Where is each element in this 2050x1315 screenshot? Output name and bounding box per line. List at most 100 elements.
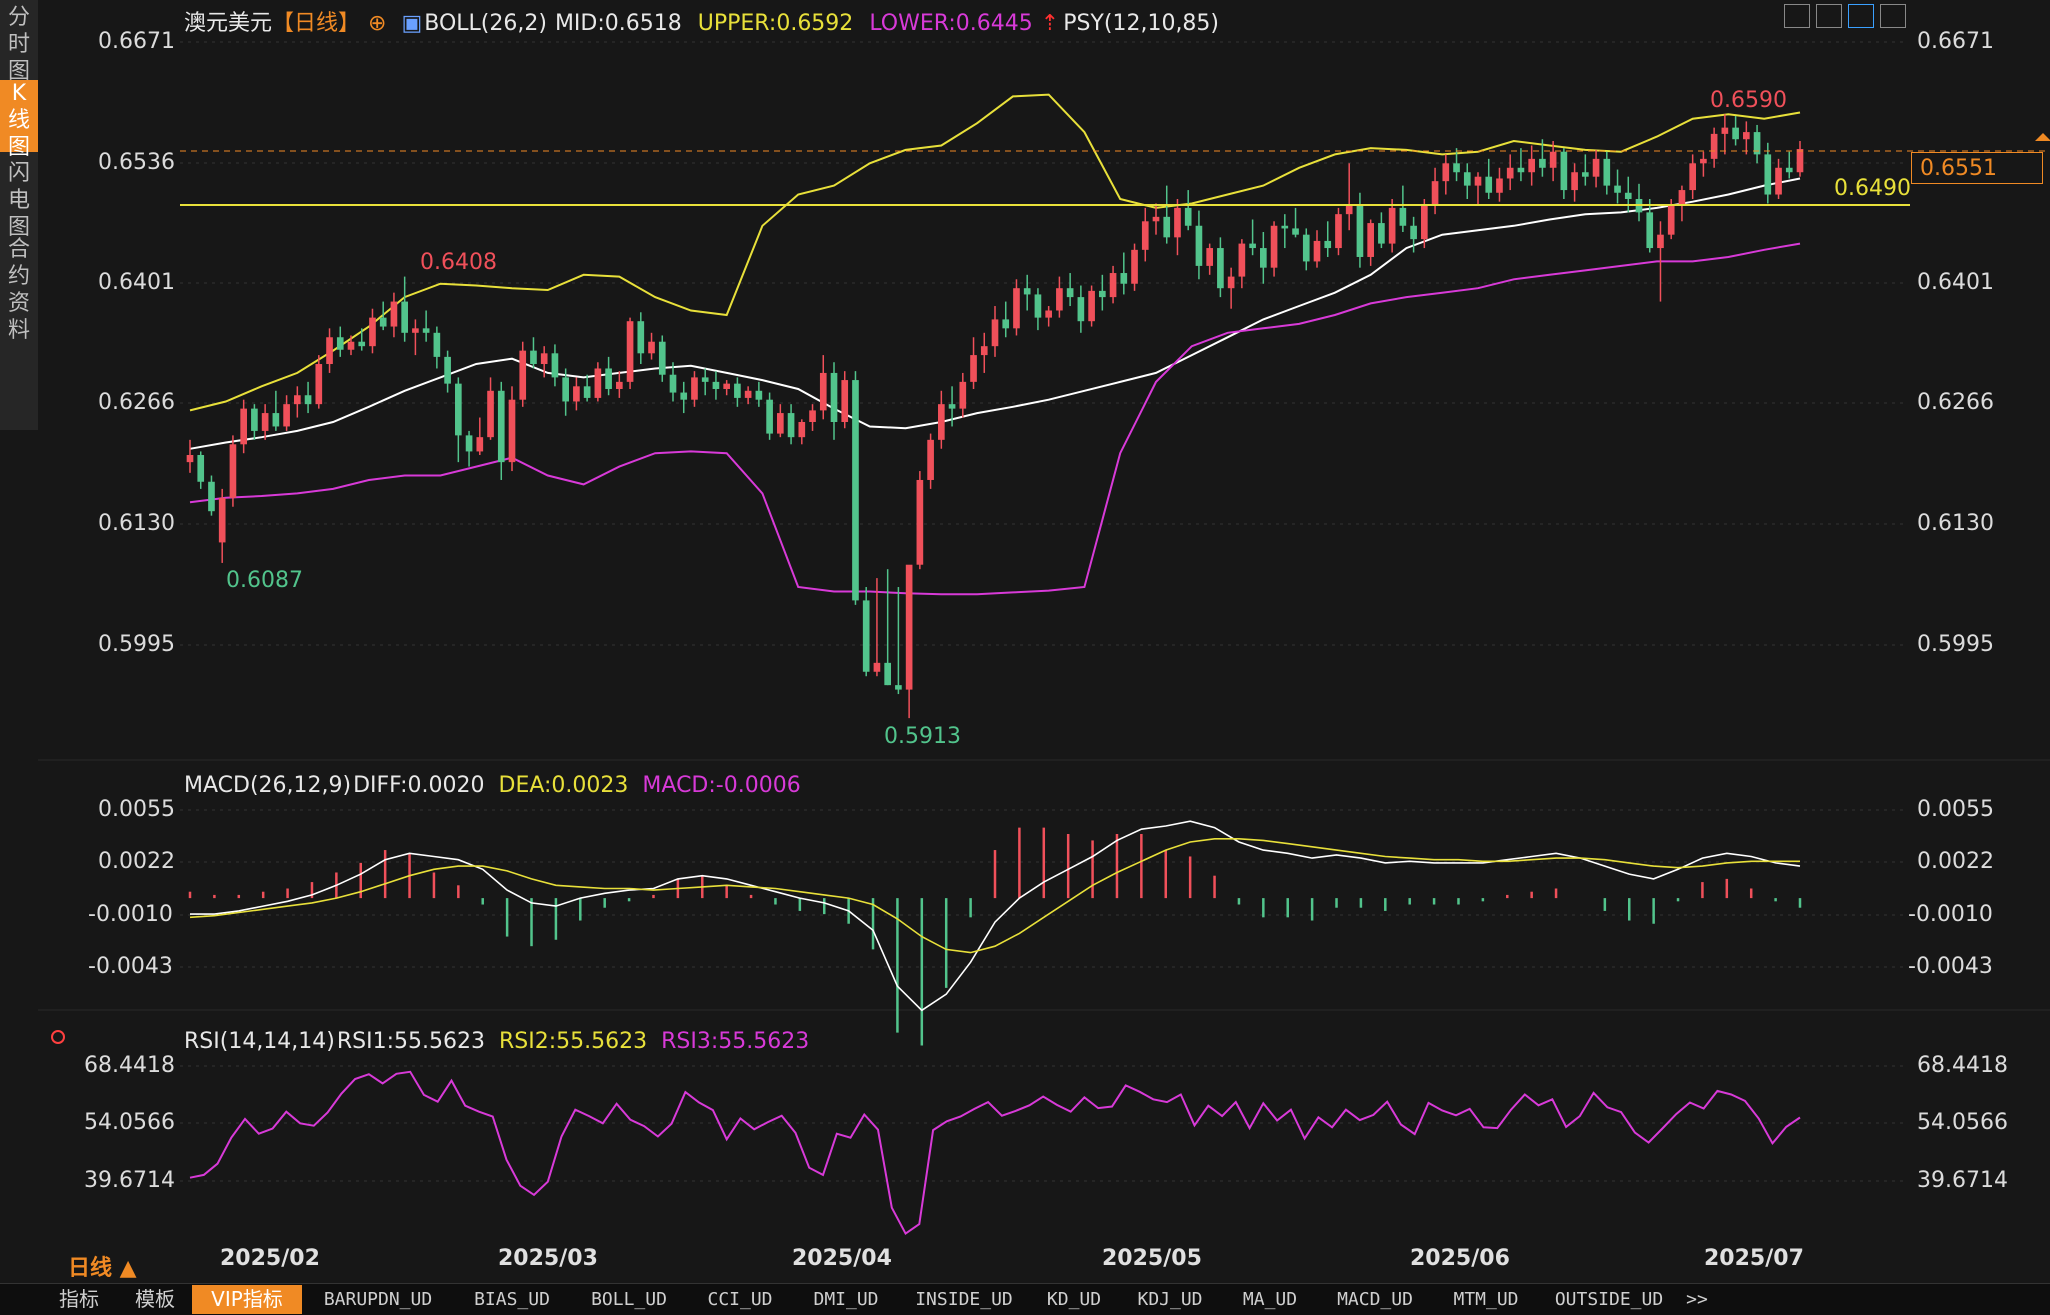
rsi1-value: RSI1:55.5623 — [336, 1029, 485, 1054]
candle-body — [433, 332, 441, 357]
candle-body — [1689, 163, 1696, 191]
candle-body — [1152, 216, 1160, 222]
candle-body — [336, 337, 344, 350]
candle-body — [1431, 181, 1439, 206]
candle-body — [1345, 205, 1353, 215]
rsi-axis-label-right: 54.0566 — [1917, 1110, 2008, 1135]
sun-icon — [51, 1030, 65, 1044]
macd-legend: MACD(26,12,9)DIFF:0.0020 DEA:0.0023 MACD:-… — [184, 773, 809, 798]
candle-body — [830, 372, 838, 422]
candle-body — [1592, 158, 1600, 177]
grid-lines — [38, 41, 2050, 1182]
candle-body — [304, 395, 312, 405]
candle-body — [916, 479, 924, 565]
candle-body — [1496, 178, 1503, 193]
macd-diff-line — [190, 820, 1801, 1012]
candle-body — [1442, 163, 1450, 182]
candle-body — [487, 390, 494, 438]
macd-axis-label-right: -0.0043 — [1908, 954, 1993, 979]
boll-icon: ▣ — [401, 11, 423, 36]
draw-icon[interactable] — [1848, 4, 1874, 28]
candle-body — [476, 437, 484, 452]
low-mid-label: 0.5913 — [884, 724, 961, 749]
rsi3-value: RSI3:55.5623 — [661, 1029, 810, 1054]
indicator-tab[interactable]: 模板 — [120, 1285, 190, 1314]
rsi-axis-label-right: 68.4418 — [1917, 1053, 2008, 1078]
candle-body — [755, 390, 763, 400]
x-axis-label: 2025/07 — [1704, 1246, 1804, 1271]
candle-body — [1313, 240, 1321, 262]
arrow-up-icon: ⇡ — [1040, 11, 1060, 36]
indicator-tab[interactable]: 指标 — [40, 1285, 118, 1314]
rsi2-value: RSI2:55.5623 — [499, 1029, 648, 1054]
candle-body — [873, 662, 881, 672]
candle-body — [712, 381, 720, 389]
indicator-tab[interactable]: MA_UD — [1222, 1285, 1318, 1314]
candle-body — [1732, 127, 1739, 140]
candle-body — [1206, 248, 1213, 266]
rsi-axis-label-right: 39.6714 — [1917, 1168, 2008, 1193]
fullscreen-icon[interactable] — [1784, 4, 1810, 28]
indicator-tab[interactable]: DMI_UD — [794, 1285, 898, 1314]
crosshair-icon[interactable]: ⊕ — [368, 11, 386, 36]
rsi-name: RSI(14,14,14) — [184, 1029, 335, 1054]
macd-axis-label-left: 0.0055 — [98, 797, 175, 822]
period-switch[interactable]: 日线 ▲ — [68, 1250, 137, 1282]
indicator-tab[interactable]: BARUPDN_UD — [304, 1285, 452, 1314]
macd-axis-label-right: 0.0055 — [1917, 797, 1994, 822]
candle-body — [1013, 288, 1020, 329]
candle-body — [1099, 290, 1106, 298]
scroll-up-icon — [2035, 133, 2050, 141]
kline-chart[interactable] — [0, 0, 2050, 1285]
candle-body — [691, 377, 698, 400]
candle-body — [1785, 167, 1793, 173]
indicator-tab[interactable]: >> — [1678, 1285, 1716, 1314]
boll-mid: MID:0.6518 — [554, 11, 682, 36]
candle-body — [637, 321, 645, 354]
price-axis-label-left: 0.6401 — [98, 270, 175, 295]
indicator-tab[interactable]: OUTSIDE_UD — [1542, 1285, 1676, 1314]
candle-body — [852, 380, 859, 601]
indicator-tab[interactable]: KD_UD — [1030, 1285, 1118, 1314]
indicator-tab[interactable]: KDJ_UD — [1120, 1285, 1220, 1314]
candle-body — [819, 372, 827, 411]
rsi-line — [189, 1070, 1801, 1236]
candle-body — [1324, 240, 1332, 249]
macd-axis-label-right: -0.0010 — [1908, 902, 1993, 927]
candle-body — [1453, 163, 1460, 173]
candle-body — [616, 381, 623, 389]
boll-lower-line — [189, 242, 1801, 596]
indicator-tab[interactable]: VIP指标 — [192, 1285, 302, 1314]
rsi-legend: RSI(14,14,14)RSI1:55.5623 RSI2:55.5623 RSI… — [184, 1029, 817, 1054]
layout-icon[interactable] — [1816, 4, 1842, 28]
candle-body — [1506, 167, 1514, 179]
candle-body — [1700, 158, 1707, 164]
macd-panel — [188, 820, 1802, 1046]
indicator-tab[interactable]: MACD_UD — [1320, 1285, 1430, 1314]
indicator-tab[interactable]: MTM_UD — [1432, 1285, 1540, 1314]
export-icon[interactable] — [1880, 4, 1906, 28]
candle-body — [562, 377, 569, 402]
candle-body — [519, 350, 527, 400]
macd-axis-label-left: 0.0022 — [98, 849, 175, 874]
candle-body — [412, 328, 419, 333]
candle-body — [1571, 172, 1578, 191]
candle-body — [1474, 176, 1482, 186]
indicator-tab[interactable]: BOLL_UD — [572, 1285, 686, 1314]
candle-body — [680, 392, 688, 400]
indicator-tab[interactable]: CCI_UD — [688, 1285, 792, 1314]
candle-body — [895, 685, 902, 690]
macd-dea: DEA:0.0023 — [498, 773, 629, 798]
candle-body — [605, 368, 612, 389]
rsi-panel — [189, 1070, 1801, 1236]
candle-body — [1056, 288, 1063, 311]
indicator-tab[interactable]: INSIDE_UD — [900, 1285, 1028, 1314]
candle-body — [884, 662, 891, 686]
candle-body — [583, 386, 591, 398]
candle-body — [1775, 167, 1782, 195]
candle-body — [777, 413, 784, 434]
price-axis-label-left: 0.6536 — [98, 150, 175, 175]
candle-body — [809, 410, 816, 422]
candle-body — [991, 319, 999, 347]
indicator-tab[interactable]: BIAS_UD — [454, 1285, 570, 1314]
